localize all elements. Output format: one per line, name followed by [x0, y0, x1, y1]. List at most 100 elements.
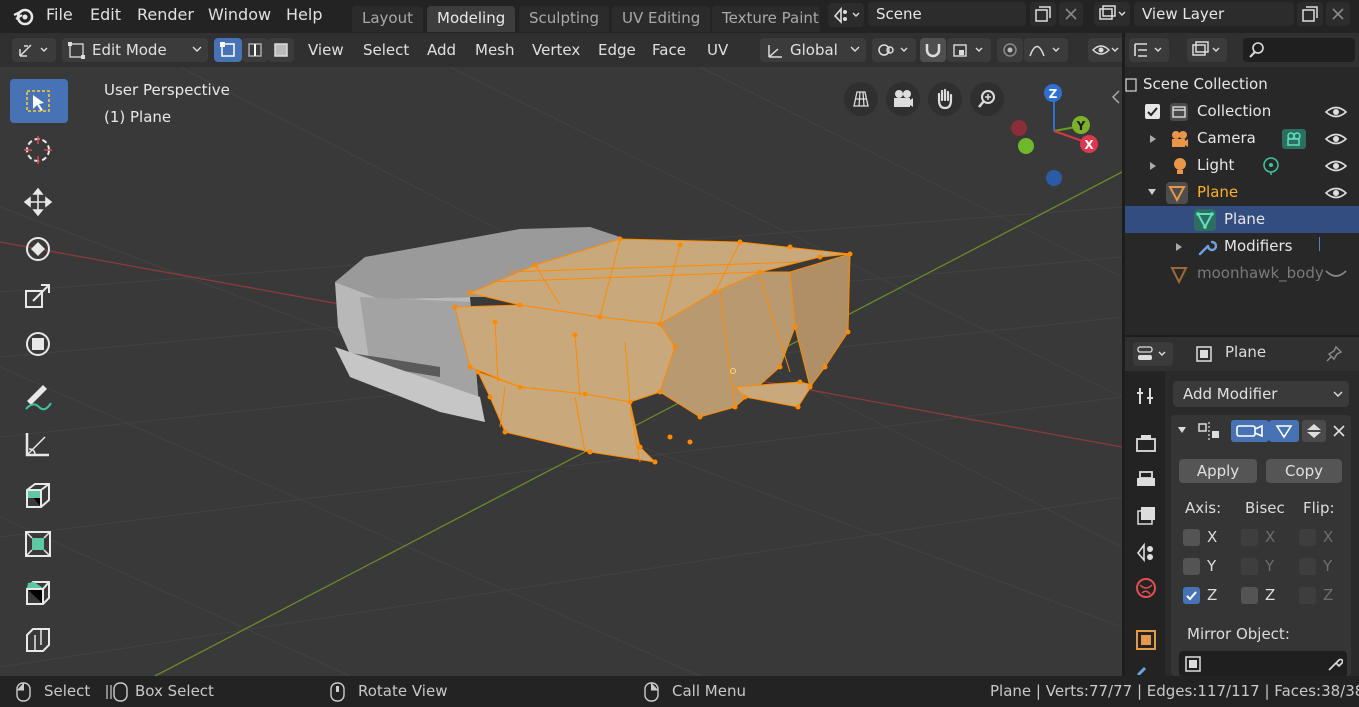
expand-arrow-icon[interactable]	[1149, 134, 1157, 144]
object-tab-icon[interactable]	[1135, 629, 1157, 651]
annotate-tool[interactable]	[10, 373, 68, 417]
add-cube-tool[interactable]	[10, 473, 68, 517]
move-tool[interactable]	[10, 179, 68, 223]
menu-edge[interactable]: Edge	[598, 38, 636, 62]
sidebar-toggle-icon[interactable]	[1110, 89, 1122, 105]
collapse-arrow-icon[interactable]	[1177, 426, 1187, 434]
zoom-view-button[interactable]	[970, 82, 1004, 116]
select-box-tool[interactable]	[10, 79, 68, 123]
blender-logo-icon[interactable]	[12, 5, 34, 27]
modifier-tab-icon[interactable]	[1135, 663, 1157, 675]
tab-modeling[interactable]: Modeling	[427, 6, 516, 32]
world-tab-icon[interactable]	[1135, 577, 1157, 599]
outliner-row-scene-collection[interactable]: Scene Collection	[1125, 71, 1359, 98]
snap-target-button[interactable]	[947, 38, 991, 62]
menu-face[interactable]: Face	[652, 38, 686, 62]
axis-y-checkbox[interactable]	[1183, 558, 1200, 575]
outliner-row-modifiers[interactable]: Modifiers	[1125, 233, 1359, 260]
viewport-scene[interactable]	[0, 67, 1122, 676]
bevel-tool[interactable]	[10, 569, 68, 613]
toggle-ortho-button[interactable]	[844, 82, 878, 116]
transform-tool[interactable]	[10, 321, 68, 365]
eye-icon[interactable]	[1325, 159, 1347, 173]
bisect-z-checkbox[interactable]	[1241, 587, 1258, 604]
outliner-row-camera[interactable]: Camera	[1125, 125, 1359, 152]
measure-tool[interactable]	[10, 421, 68, 465]
render-tab-icon[interactable]	[1135, 433, 1157, 455]
axis-z-checkbox[interactable]	[1183, 587, 1200, 604]
mode-dropdown[interactable]: Edit Mode	[62, 38, 208, 62]
flip-y-checkbox[interactable]	[1299, 558, 1316, 575]
menu-add[interactable]: Add	[427, 38, 456, 62]
outliner-editor-type-button[interactable]	[1129, 38, 1169, 62]
bisect-x-checkbox[interactable]	[1241, 529, 1258, 546]
menu-edit[interactable]: Edit	[90, 4, 121, 26]
tab-sculpting[interactable]: Sculpting	[519, 6, 610, 32]
transform-orientation-dropdown[interactable]: Global	[760, 38, 866, 62]
view-layer-tab-icon[interactable]	[1135, 505, 1157, 527]
display-mode-button[interactable]	[1187, 38, 1227, 62]
scene-selector-button[interactable]	[828, 3, 864, 27]
menu-help[interactable]: Help	[286, 4, 322, 26]
outliner-row-plane-object[interactable]: Plane	[1125, 179, 1359, 206]
pivot-point-button[interactable]	[872, 38, 916, 62]
inset-faces-tool[interactable]	[10, 521, 68, 565]
pin-icon[interactable]	[1325, 345, 1343, 363]
close-icon[interactable]	[1333, 425, 1345, 437]
menu-uv[interactable]: UV	[707, 38, 728, 62]
flip-z-checkbox[interactable]	[1299, 587, 1316, 604]
outliner-row-light[interactable]: Light	[1125, 152, 1359, 179]
outliner-row-moonhawk-body[interactable]: moonhawk_body	[1125, 260, 1359, 287]
menu-window[interactable]: Window	[208, 4, 271, 26]
show-in-editmode-toggle[interactable]	[1231, 420, 1269, 442]
rotate-tool[interactable]	[10, 226, 68, 270]
camera-view-button[interactable]	[886, 82, 920, 116]
new-scene-button[interactable]	[1030, 2, 1056, 26]
tab-layout[interactable]: Layout	[352, 6, 423, 32]
menu-file[interactable]: File	[46, 4, 73, 26]
proportional-editing-toggle[interactable]	[997, 38, 1023, 62]
tool-settings-tab-icon[interactable]	[1135, 385, 1157, 407]
outliner-row-plane-mesh[interactable]: Plane	[1125, 206, 1359, 233]
menu-render[interactable]: Render	[137, 4, 194, 26]
face-select-button[interactable]	[268, 38, 294, 62]
loop-cut-tool[interactable]	[10, 617, 68, 661]
scale-tool[interactable]	[10, 273, 68, 317]
properties-editor-type-button[interactable]	[1133, 342, 1173, 366]
apply-button[interactable]: Apply	[1179, 459, 1257, 483]
eye-closed-icon[interactable]	[1325, 269, 1347, 279]
delete-view-layer-button[interactable]	[1326, 2, 1350, 26]
menu-mesh[interactable]: Mesh	[475, 38, 515, 62]
visibility-button[interactable]	[1088, 38, 1122, 62]
output-tab-icon[interactable]	[1135, 469, 1157, 491]
tab-texture-paint[interactable]: Texture Paint	[712, 6, 820, 32]
bisect-y-checkbox[interactable]	[1241, 558, 1258, 575]
vertex-select-button[interactable]	[214, 38, 242, 62]
3d-viewport[interactable]: User Perspective (1) Plane Z Y X	[0, 67, 1122, 676]
expand-arrow-icon[interactable]	[1149, 161, 1157, 171]
view-layer-selector-button[interactable]	[1094, 2, 1130, 26]
edge-select-button[interactable]	[242, 38, 268, 62]
expand-arrow-icon[interactable]	[1175, 242, 1183, 252]
flip-x-checkbox[interactable]	[1299, 529, 1316, 546]
light-data-icon[interactable]	[1261, 156, 1281, 176]
eye-icon[interactable]	[1325, 186, 1347, 200]
scene-name-field[interactable]: Scene	[868, 2, 1026, 26]
axis-x-checkbox[interactable]	[1183, 529, 1200, 546]
navigation-gizmo[interactable]: Z Y X	[1004, 81, 1114, 191]
eyedropper-icon[interactable]	[1327, 656, 1343, 672]
menu-select[interactable]: Select	[363, 38, 409, 62]
outliner-search-input[interactable]	[1243, 38, 1355, 62]
cursor-tool[interactable]	[10, 127, 68, 171]
scene-tab-icon[interactable]	[1135, 541, 1157, 563]
falloff-button[interactable]	[1024, 38, 1068, 62]
collection-checkbox[interactable]	[1145, 104, 1160, 119]
copy-button[interactable]: Copy	[1266, 459, 1342, 483]
mirror-object-field[interactable]	[1179, 651, 1347, 677]
menu-view[interactable]: View	[308, 38, 344, 62]
snap-toggle[interactable]	[920, 38, 946, 62]
move-modifier-button[interactable]	[1302, 420, 1326, 442]
menu-vertex[interactable]: Vertex	[532, 38, 580, 62]
eye-icon[interactable]	[1325, 105, 1347, 119]
eye-icon[interactable]	[1325, 132, 1347, 146]
